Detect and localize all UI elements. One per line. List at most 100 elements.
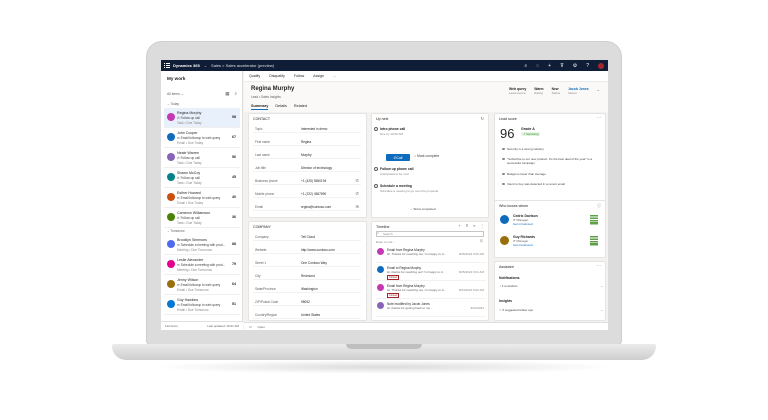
disqualify-button[interactable]: Disqualify <box>269 74 285 78</box>
more-icon[interactable]: ⋮ <box>480 224 484 228</box>
list-item[interactable]: Brooklyn Simmons ✉ Schedule a meeting wit… <box>164 235 240 255</box>
group-header-today[interactable]: ⌄ Today <box>167 102 179 106</box>
reminders-row[interactable]: ◔ 3 reminders ⌄ <box>499 284 603 288</box>
connection-item[interactable]: Cedric Davison IT Manager Get introduced <box>500 213 600 231</box>
more-icon[interactable]: ⋯ <box>597 115 601 120</box>
list-item[interactable]: Shawn McCoy ✆ Follow up call Task • Due To… <box>164 168 240 188</box>
follow-button[interactable]: Follow <box>294 74 304 78</box>
calendar-icon[interactable]: ▦ <box>225 91 229 97</box>
list-item[interactable]: Regina Murphy ✆ Follow up call Task • Due … <box>164 108 240 128</box>
tab-related[interactable]: Related <box>294 104 307 110</box>
refresh-icon[interactable]: ↻ <box>481 116 484 121</box>
form-field[interactable]: Country/Region United States <box>253 310 361 319</box>
field-value[interactable]: +1 (425) 5550194 <box>301 179 326 183</box>
phone-icon[interactable]: ✆ <box>356 191 359 196</box>
avatar <box>167 240 175 248</box>
expand-icon[interactable]: ⊡ <box>249 325 252 329</box>
form-field[interactable]: Email regina@contoso.com ✉ <box>253 202 361 211</box>
mail-icon[interactable]: ✉ <box>356 204 359 209</box>
list-item[interactable]: Jenny Wilson ✉ Email followup to web quer… <box>164 275 240 295</box>
form-field[interactable]: Business phone +1 (425) 5550194 ✆ <box>253 176 361 185</box>
qualify-button[interactable]: Qualify <box>249 74 260 78</box>
list-item[interactable]: John Cooper ✉ Email followup to web query… <box>164 128 240 148</box>
get-introduced-link[interactable]: Get introduced <box>513 243 533 247</box>
search-icon[interactable]: ⌕ <box>524 63 527 69</box>
up-next-item[interactable]: Follow up phone call Anticipated to be n… <box>374 167 414 176</box>
more-icon[interactable]: ⋯ <box>597 263 601 268</box>
more-button[interactable]: ... <box>333 74 336 78</box>
filter-dropdown[interactable]: All items ⌄ <box>167 92 184 96</box>
form-field[interactable]: Website http://www.contoso.com <box>253 245 361 254</box>
timeline-item[interactable]: Email to Regina Murphy Hi, thanks for rea… <box>376 264 486 281</box>
list-item[interactable]: Leslie Alexander ✉ Schedule a meeting wit… <box>164 255 240 275</box>
list-icon[interactable]: ≡ <box>473 224 475 228</box>
call-button[interactable]: ✆ Call <box>386 154 410 161</box>
form-field[interactable]: City Redmond <box>253 271 361 280</box>
app-launcher-icon[interactable] <box>164 62 170 69</box>
lightbulb-icon[interactable]: ◌ <box>536 63 539 69</box>
attachment-icon[interactable]: ⎘ <box>480 239 483 243</box>
plus-icon[interactable]: + <box>548 63 551 69</box>
avatar[interactable] <box>598 62 604 69</box>
tab-summary[interactable]: Summary <box>251 104 269 110</box>
form-field[interactable]: Mobile phone +1 (222) 4567890 ✆ <box>253 189 361 198</box>
timeline-item[interactable]: Email from Regina Murphy Hi, Thanks for r… <box>376 246 486 263</box>
filter-icon[interactable]: ⊽ <box>560 63 564 69</box>
gear-icon[interactable]: ⚙ <box>573 63 577 69</box>
plus-icon[interactable]: + <box>459 224 461 228</box>
connection-item[interactable]: Guy Richards IT Manager Get introduced <box>500 234 600 252</box>
timeline-item[interactable]: Email from Regina Murphy Hi, Thanks for r… <box>376 282 486 299</box>
up-next-item[interactable]: Schedule a meeting Schedule a meeting to… <box>374 184 438 193</box>
mark-complete-button[interactable]: ○ Mark complete <box>414 154 439 158</box>
chevron-down-icon[interactable]: ⌄ <box>597 87 600 96</box>
form-field[interactable]: First name Regina <box>253 137 361 146</box>
field-value[interactable]: Tell Cloud <box>301 235 315 239</box>
chevron-down-icon[interactable]: ⌄ <box>204 63 207 68</box>
form-field[interactable]: Job title Director of technology <box>253 163 361 172</box>
filter-icon[interactable]: ⊽ <box>466 224 469 228</box>
list-item[interactable]: Esther Howard ✉ Email followup to web que… <box>164 188 240 208</box>
form-field[interactable]: Street 1 One Contoso Way <box>253 258 361 267</box>
form-field[interactable]: ZIP/Postal Code 98052 <box>253 297 361 306</box>
group-header-tomorrow[interactable]: ⌄ Tomorrow <box>167 229 185 233</box>
field-value[interactable]: Interested in demo <box>301 127 327 131</box>
phone-icon[interactable]: ✆ <box>356 178 359 183</box>
field-value[interactable]: Murphy <box>301 153 312 157</box>
field-value[interactable]: One Contoso Way <box>301 261 327 265</box>
form-field[interactable]: Last name Murphy <box>253 150 361 159</box>
field-value[interactable]: http://www.contoso.com <box>301 248 335 252</box>
activity-line: ✉ Schedule a meeting with prod... <box>177 263 225 267</box>
field-value[interactable]: Regina <box>301 140 311 144</box>
show-completed-toggle[interactable]: ⌄ Show completed <box>410 207 436 211</box>
field-value[interactable]: Director of technology <box>301 166 332 170</box>
up-next-item[interactable]: Intro phone call Due by 10:00 AM <box>374 127 405 136</box>
info-icon[interactable]: ⓘ <box>597 203 601 209</box>
contact-name: Leslie Alexander <box>177 258 204 262</box>
field-value[interactable]: +1 (222) 4567890 <box>301 192 326 196</box>
list-item[interactable]: Neale Warren ✆ Follow up call Task • Due T… <box>164 148 240 168</box>
form-field[interactable]: Company Tell Cloud <box>253 232 361 241</box>
field-value[interactable]: regina@contoso.com <box>301 205 331 209</box>
contact-name: Esther Howard <box>177 191 201 195</box>
get-introduced-link[interactable]: Get introduced <box>513 222 533 226</box>
form-field[interactable]: State/Province Washington <box>253 284 361 293</box>
field-value[interactable]: United States <box>301 313 320 317</box>
field-value[interactable]: Washington <box>301 287 318 291</box>
field-value[interactable]: Redmond <box>301 274 315 278</box>
app-name[interactable]: Dynamics 365 <box>173 63 200 68</box>
list-item[interactable]: Cameron Williamson ✆ Follow up call Task •… <box>164 208 240 228</box>
form-field[interactable]: Topic Interested in demo <box>253 124 361 133</box>
timeline-search-input[interactable]: Search <box>376 231 484 237</box>
search-icon[interactable]: ⌕ <box>234 91 237 97</box>
list-item[interactable]: Guy Hawkins ✉ Email followup to web query… <box>164 295 240 315</box>
breadcrumb[interactable]: Sales > Sales accelerator (preview) <box>211 63 274 68</box>
note-input[interactable]: Enter a note... <box>376 240 395 244</box>
field-label: Company <box>255 235 269 239</box>
suggested-row[interactable]: ✧ 5 suggested follow ups ⌄ <box>499 308 603 312</box>
help-icon[interactable]: ? <box>586 63 589 69</box>
field-value[interactable]: 98052 <box>301 300 310 304</box>
kpi-owner[interactable]: Jacob Jones Owner <box>568 87 589 96</box>
timeline-item[interactable]: Note modified by Jacob Jones Hi, thanks f… <box>376 300 486 317</box>
tab-details[interactable]: Details <box>275 104 287 110</box>
assign-button[interactable]: Assign <box>313 74 324 78</box>
